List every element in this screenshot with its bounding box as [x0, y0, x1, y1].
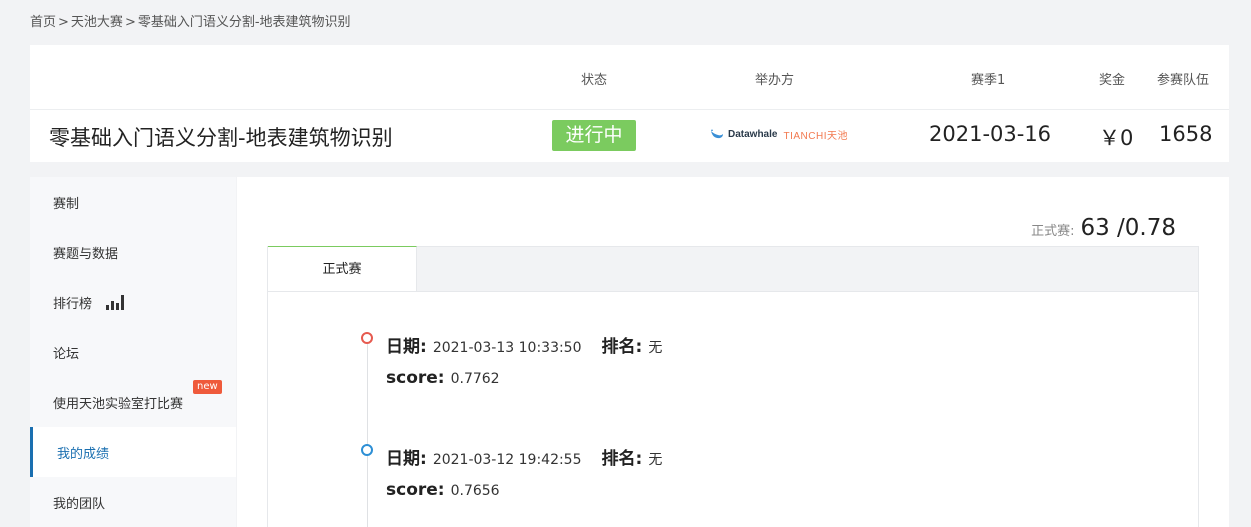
tab-official-round[interactable]: 正式赛: [268, 246, 417, 292]
sidebar-item-my-scores[interactable]: 我的成绩: [30, 427, 236, 477]
breadcrumb-competition-link[interactable]: 零基础入门语义分割-地表建筑物识别: [138, 15, 351, 30]
sidebar-item-forum[interactable]: 论坛: [30, 327, 236, 377]
tab-bar: 正式赛: [267, 246, 1199, 292]
organizer-label: 举办方: [755, 73, 795, 88]
status-badge: 进行中: [552, 120, 636, 151]
submission-date: 2021-03-12 19:42:55: [432, 452, 582, 468]
sidebar-item-label: 使用天池实验室打比赛: [53, 396, 184, 412]
season-date: 2021-03-16: [929, 122, 1052, 146]
submission-score-row: score: 0.7762: [386, 368, 662, 404]
sidebar-item-label: 赛题与数据: [53, 246, 119, 262]
date-label: 日期:: [386, 449, 427, 469]
breadcrumb-tianchi-link[interactable]: 天池大赛: [71, 15, 123, 30]
prize-value: ￥0: [1099, 126, 1134, 150]
submission-entry: 日期: 2021-03-13 10:33:50 排名: 无 score: 0.7…: [386, 332, 662, 404]
whale-icon: [711, 129, 723, 139]
score-summary: 正式赛: 63 /0.78: [1031, 215, 1176, 241]
sidebar-item-problem-data[interactable]: 赛题与数据: [30, 227, 236, 277]
main-content: 正式赛: 63 /0.78 正式赛 日期: 2021-03-13 10:33:5…: [237, 177, 1229, 527]
sidebar-item-label: 论坛: [53, 346, 80, 362]
score-summary-label: 正式赛:: [1031, 224, 1075, 239]
breadcrumb-home-link[interactable]: 首页: [30, 15, 56, 30]
sidebar-item-label: 赛制: [53, 196, 80, 212]
submission-rank: 无: [648, 340, 663, 356]
competition-title: 零基础入门语义分割-地表建筑物识别: [49, 126, 393, 150]
bar-chart-icon: [106, 294, 125, 310]
tianchi-logo-text: TIANCHI天池: [783, 130, 848, 142]
submission-score: 0.7656: [450, 483, 500, 499]
sidebar-item-label: 排行榜: [53, 296, 93, 312]
sidebar-item-rules[interactable]: 赛制: [30, 177, 236, 227]
timeline-dot: [361, 444, 373, 456]
submission-meta-row: 日期: 2021-03-13 10:33:50 排名: 无: [386, 332, 662, 368]
score-summary-value: 63 /0.78: [1080, 215, 1176, 241]
sidebar-item-leaderboard[interactable]: 排行榜: [30, 277, 236, 327]
sidebar-item-tianchi-lab[interactable]: 使用天池实验室打比赛 new: [30, 377, 236, 427]
submission-score-row: score: 0.7656: [386, 480, 662, 516]
sidebar-item-my-team[interactable]: 我的团队: [30, 477, 236, 527]
teams-count: 1658: [1159, 122, 1213, 146]
submission-meta-row: 日期: 2021-03-12 19:42:55 排名: 无: [386, 444, 662, 480]
sidebar-item-label: 我的成绩: [57, 446, 110, 462]
submission-date: 2021-03-13 10:33:50: [432, 340, 582, 356]
submission-rank: 无: [648, 452, 663, 468]
competition-header: 状态 举办方 赛季1 奖金 参赛队伍 零基础入门语义分割-地表建筑物识别 进行中…: [30, 45, 1229, 162]
datawhale-logo-text: Datawhale: [728, 128, 778, 140]
header-values-row: 零基础入门语义分割-地表建筑物识别 进行中 Datawhale TIANCHI天…: [30, 111, 1229, 162]
submission-history-panel: 日期: 2021-03-13 10:33:50 排名: 无 score: 0.7…: [267, 291, 1199, 527]
sidebar-nav: 赛制 赛题与数据 排行榜 论坛 使用天池实验室打比赛 new 我的成绩 我的团队: [30, 177, 236, 527]
prize-label: 奖金: [1099, 73, 1126, 88]
organizer-logo: Datawhale TIANCHI天池: [710, 124, 848, 144]
submission-score: 0.7762: [450, 371, 500, 387]
season-label: 赛季1: [971, 73, 1006, 88]
date-label: 日期:: [386, 337, 427, 357]
teams-label: 参赛队伍: [1157, 73, 1210, 88]
rank-label: 排名:: [601, 449, 643, 469]
status-label: 状态: [581, 73, 608, 88]
rank-label: 排名:: [601, 337, 643, 357]
score-label: score:: [386, 480, 445, 500]
new-badge: new: [193, 380, 222, 394]
breadcrumb-separator: >: [58, 15, 69, 30]
submission-entry: 日期: 2021-03-12 19:42:55 排名: 无 score: 0.7…: [386, 444, 662, 516]
breadcrumb: 首页 > 天池大赛 > 零基础入门语义分割-地表建筑物识别: [30, 11, 351, 30]
sidebar-item-label: 我的团队: [53, 496, 106, 512]
breadcrumb-separator: >: [124, 15, 136, 30]
timeline-line: [367, 344, 368, 527]
timeline-dot: [361, 332, 373, 344]
header-labels-row: 状态 举办方 赛季1 奖金 参赛队伍: [30, 45, 1229, 110]
score-label: score:: [386, 368, 445, 388]
